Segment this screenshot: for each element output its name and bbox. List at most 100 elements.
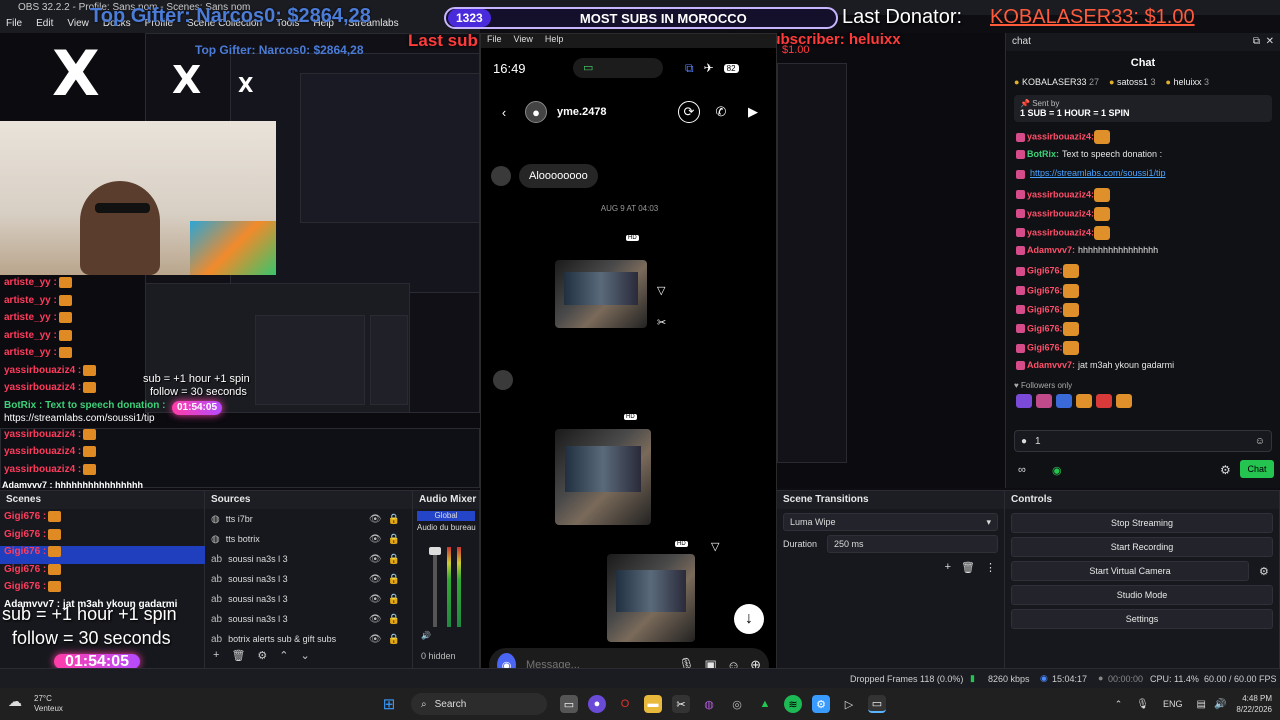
menu-file[interactable]: File bbox=[6, 15, 22, 33]
float-icon[interactable]: ⧉ bbox=[1253, 33, 1260, 51]
language-indicator[interactable]: ENG bbox=[1163, 699, 1183, 709]
chat-mode-icon[interactable]: ● bbox=[1021, 436, 1027, 447]
emote-icon[interactable] bbox=[1116, 394, 1132, 409]
opera-icon[interactable]: O bbox=[616, 695, 634, 713]
chat-username[interactable]: yassirbouaziz4: bbox=[1027, 227, 1094, 237]
message-bubble[interactable]: Aloooooooo bbox=[519, 164, 598, 188]
source-item[interactable]: ab soussi na3s l 3 👁 🔒 bbox=[205, 549, 412, 569]
capcut-icon[interactable]: ✂ bbox=[672, 695, 690, 713]
video-call-icon[interactable]: ▶ bbox=[742, 101, 764, 123]
task-view-icon[interactable]: ▭ bbox=[560, 695, 578, 713]
video-thumbnail[interactable] bbox=[555, 260, 647, 328]
start-virtual-camera-button[interactable]: Start Virtual Camera bbox=[1011, 561, 1249, 581]
file-explorer-icon[interactable]: ▬ bbox=[644, 695, 662, 713]
duration-input[interactable]: 250 ms bbox=[827, 535, 998, 553]
phone-menu-help[interactable]: Help bbox=[545, 34, 564, 48]
virtual-camera-gear-icon[interactable]: ⚙ bbox=[1259, 565, 1269, 578]
chat-username[interactable]: Gigi676: bbox=[1027, 285, 1063, 295]
chat-username[interactable]: Gigi676: bbox=[1027, 342, 1063, 352]
browser-icon[interactable]: ◍ bbox=[700, 695, 718, 713]
chat-input[interactable]: ● 1 ☺ bbox=[1014, 430, 1272, 452]
visibility-icon[interactable]: 👁 bbox=[369, 554, 382, 565]
close-icon[interactable]: ✕ bbox=[1266, 33, 1274, 51]
emoji-icon[interactable]: ☺ bbox=[1255, 436, 1265, 447]
lock-icon[interactable]: 🔒 bbox=[388, 534, 400, 545]
emote-icon[interactable] bbox=[1016, 394, 1032, 409]
link-icon[interactable]: ⟳ bbox=[678, 101, 700, 123]
emote-icon[interactable] bbox=[1036, 394, 1052, 409]
phone-mirror-window[interactable]: File View Help 16:49 ▭ ⧉ ✈ 82 ‹ ● yme.24… bbox=[480, 33, 777, 688]
visibility-icon[interactable]: 👁 bbox=[369, 614, 382, 625]
visibility-icon[interactable]: 👁 bbox=[369, 634, 382, 645]
lock-icon[interactable]: 🔒 bbox=[388, 594, 400, 605]
avatar[interactable]: ● bbox=[525, 101, 547, 123]
visibility-icon[interactable]: 👁 bbox=[369, 574, 382, 585]
taskbar-search[interactable]: ⌕ Search bbox=[411, 693, 547, 715]
visibility-icon[interactable]: 👁 bbox=[369, 514, 382, 525]
more-icon[interactable]: ⋮ bbox=[985, 561, 996, 574]
dm-username[interactable]: yme.2478 bbox=[557, 106, 668, 118]
chat-send-button[interactable]: Chat bbox=[1240, 460, 1274, 478]
tray-chevron-icon[interactable]: ⌃ bbox=[1115, 699, 1123, 710]
microphone-tray-icon[interactable]: 🎙 bbox=[1136, 699, 1149, 710]
back-arrow-icon[interactable]: ‹ bbox=[493, 101, 515, 123]
lock-icon[interactable]: 🔒 bbox=[388, 574, 400, 585]
video-thumbnail[interactable] bbox=[555, 429, 651, 525]
emote-icon[interactable] bbox=[1056, 394, 1072, 409]
mute-icon[interactable]: 🔊 bbox=[421, 631, 431, 640]
phone-menu-view[interactable]: View bbox=[514, 34, 533, 48]
source-item[interactable]: ◍ tts i7br 👁 🔒 bbox=[205, 509, 412, 529]
chat-username[interactable]: yassirbouaziz4: bbox=[1027, 131, 1094, 141]
remove-transition-icon[interactable]: 🗑 bbox=[961, 561, 975, 574]
menu-edit[interactable]: Edit bbox=[36, 15, 53, 33]
stop-streaming-button[interactable]: Stop Streaming bbox=[1011, 513, 1273, 533]
emote-icon[interactable] bbox=[1096, 394, 1112, 409]
mixer-tab-global[interactable]: Global bbox=[417, 511, 475, 521]
volume-slider-handle[interactable] bbox=[429, 547, 441, 555]
active-window-icon[interactable]: ▭ bbox=[868, 695, 886, 713]
lock-icon[interactable]: 🔒 bbox=[388, 514, 400, 525]
scene-item-selected[interactable]: Gigi676 : bbox=[0, 546, 205, 564]
gear-icon[interactable]: ⚙ bbox=[257, 649, 267, 662]
volume-icon[interactable]: 🔊 bbox=[1214, 699, 1226, 710]
chat-username[interactable]: Gigi676: bbox=[1027, 266, 1063, 276]
chat-username[interactable]: yassirbouaziz4: bbox=[1027, 208, 1094, 218]
kick-icon[interactable]: ◉ bbox=[1052, 464, 1062, 477]
link-icon[interactable]: ∞ bbox=[1018, 464, 1026, 476]
media-player-icon[interactable]: ▷ bbox=[840, 695, 858, 713]
share-icon[interactable]: ▽ bbox=[711, 540, 719, 553]
kick-app-icon[interactable]: ▲ bbox=[756, 695, 774, 713]
start-recording-button[interactable]: Start Recording bbox=[1011, 537, 1273, 557]
source-item[interactable]: ab soussi na3s l 3 👁 🔒 bbox=[205, 569, 412, 589]
studio-mode-button[interactable]: Studio Mode bbox=[1011, 585, 1273, 605]
emote-icon[interactable] bbox=[1076, 394, 1092, 409]
app-icon[interactable]: ● bbox=[588, 695, 606, 713]
phone-menu-file[interactable]: File bbox=[487, 34, 502, 48]
chat-username[interactable]: yassirbouaziz4: bbox=[1027, 189, 1094, 199]
lock-icon[interactable]: 🔒 bbox=[388, 634, 400, 645]
video-thumbnail[interactable] bbox=[607, 554, 695, 642]
scissors-icon[interactable]: ✂ bbox=[657, 316, 666, 329]
chat-username[interactable]: Adamvvv7: bbox=[1027, 360, 1075, 370]
visibility-icon[interactable]: 👁 bbox=[369, 594, 382, 605]
lock-icon[interactable]: 🔒 bbox=[388, 554, 400, 565]
settings-app-icon[interactable]: ⚙ bbox=[812, 695, 830, 713]
menu-view[interactable]: View bbox=[67, 15, 89, 33]
source-item[interactable]: ab soussi na3s l 3 👁 🔒 bbox=[205, 609, 412, 629]
add-transition-icon[interactable]: + bbox=[945, 561, 951, 574]
share-icon[interactable]: ▽ bbox=[657, 284, 665, 297]
settings-button[interactable]: Settings bbox=[1011, 609, 1273, 629]
windows-start-icon[interactable]: ⊞ bbox=[380, 695, 398, 713]
source-item[interactable]: ab botrix alerts sub & gift subs 👁 🔒 bbox=[205, 629, 412, 649]
phone-call-icon[interactable]: ✆ bbox=[710, 101, 732, 123]
spotify-icon[interactable]: ≋ bbox=[784, 695, 802, 713]
chat-username[interactable]: BotRix: bbox=[1027, 149, 1059, 159]
move-up-icon[interactable]: ⌃ bbox=[279, 649, 288, 662]
gear-icon[interactable]: ⚙ bbox=[1220, 463, 1231, 477]
clock[interactable]: 4:48 PM 8/22/2026 bbox=[1236, 693, 1272, 715]
volume-slider-track[interactable] bbox=[433, 547, 437, 627]
scroll-down-button[interactable]: ↓ bbox=[734, 604, 764, 634]
weather-widget[interactable]: ☁ 27°C Venteux bbox=[0, 694, 80, 714]
visibility-icon[interactable]: 👁 bbox=[369, 534, 382, 545]
chat-username[interactable]: Gigi676: bbox=[1027, 323, 1063, 333]
